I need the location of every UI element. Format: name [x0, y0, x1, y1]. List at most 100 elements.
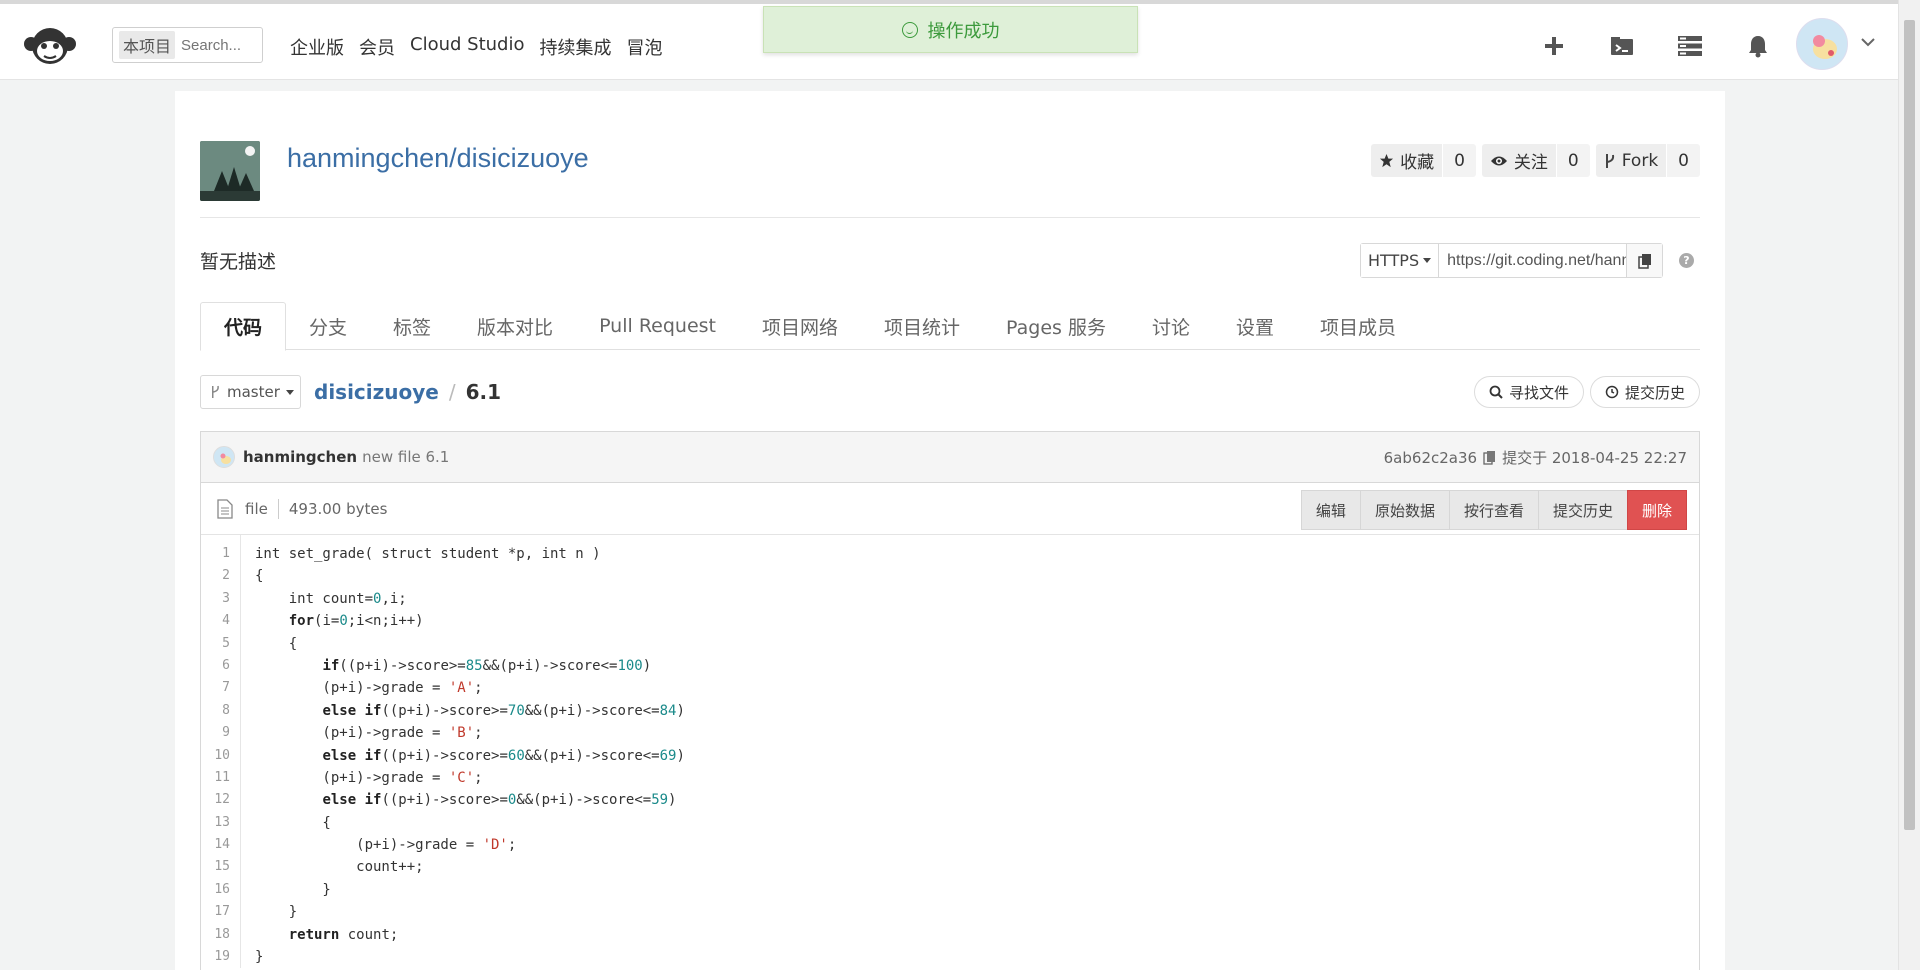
chevron-down-icon[interactable]: [1860, 34, 1876, 50]
code-line: {: [255, 568, 264, 585]
tab-compare[interactable]: 版本对比: [454, 302, 576, 350]
line-number[interactable]: 8: [201, 700, 230, 722]
code-line: int count=0,i;: [255, 590, 407, 607]
watch-label: 关注: [1513, 153, 1548, 173]
line-number[interactable]: 2: [201, 565, 230, 587]
scrollbar-thumb[interactable]: [1904, 20, 1915, 830]
line-numbers: 1 2 3 4 5 6 7 8 9 10 11 12 13 14 15 16 17 18 19: [201, 535, 241, 969]
search-icon: [1489, 385, 1503, 399]
code-line: count++;: [255, 859, 424, 876]
code-line: {: [255, 635, 298, 652]
line-number[interactable]: 13: [201, 812, 230, 834]
code-lines: int set_grade( struct student *p, int n …: [241, 535, 685, 968]
tab-code[interactable]: 代码: [200, 302, 287, 351]
clock-icon: [1605, 385, 1619, 399]
copy-icon[interactable]: [1483, 450, 1496, 465]
star-icon: [1380, 153, 1394, 168]
branch-row: master disicizuoye / 6.1 寻找文件 提交历史: [200, 375, 1700, 411]
nav-bubble[interactable]: 冒泡: [626, 34, 662, 60]
fork-stat[interactable]: Fork 0: [1595, 144, 1700, 177]
top-icons: [1520, 28, 1792, 64]
author-avatar[interactable]: [213, 446, 235, 468]
line-number[interactable]: 19: [201, 946, 230, 968]
commit-hash[interactable]: 6ab62c2a36: [1384, 449, 1477, 467]
line-number[interactable]: 18: [201, 924, 230, 946]
copy-icon[interactable]: [1626, 244, 1663, 277]
repo-description: 暂无描述: [200, 251, 277, 273]
fork-count: 0: [1667, 144, 1700, 177]
clone-protocol-select[interactable]: HTTPS: [1361, 244, 1440, 277]
code-line: }: [255, 881, 331, 898]
watch-count: 0: [1556, 144, 1590, 177]
file-history-button[interactable]: 提交历史: [1537, 490, 1628, 530]
blame-button[interactable]: 按行查看: [1448, 490, 1539, 530]
tab-network[interactable]: 项目网络: [739, 302, 861, 350]
line-number[interactable]: 11: [201, 767, 230, 789]
commit-author[interactable]: hanmingchen: [243, 448, 357, 466]
nav-ci[interactable]: 持续集成: [539, 34, 611, 60]
commit-meta: 6ab62c2a36 提交于 2018-04-25 22:27: [1384, 447, 1687, 468]
code-line: }: [255, 904, 298, 921]
page-scrollbar[interactable]: [1898, 0, 1920, 970]
help-icon[interactable]: ?: [1679, 253, 1694, 268]
commit-message[interactable]: new file 6.1: [362, 448, 449, 466]
branch-select[interactable]: master: [200, 375, 301, 409]
line-number[interactable]: 17: [201, 901, 230, 923]
line-number[interactable]: 12: [201, 789, 230, 811]
line-number[interactable]: 5: [201, 633, 230, 655]
history-button[interactable]: 提交历史: [1589, 376, 1700, 408]
code-line: else if((p+i)->score>=70&&(p+i)->score<=…: [322, 702, 685, 719]
tab-branches[interactable]: 分支: [286, 302, 370, 350]
code-line: (p+i)->grade = 'C';: [255, 769, 483, 786]
clone-url-field[interactable]: https://git.coding.net/hanmingchen/disic…: [1439, 244, 1626, 277]
tab-discussion[interactable]: 讨论: [1129, 302, 1213, 350]
breadcrumb-repo[interactable]: disicizuoye: [314, 380, 439, 404]
line-number[interactable]: 1: [201, 543, 230, 565]
nav-enterprise[interactable]: 企业版: [290, 34, 344, 60]
star-label: 收藏: [1400, 153, 1435, 173]
line-number[interactable]: 15: [201, 856, 230, 878]
tab-pages[interactable]: Pages 服务: [983, 302, 1129, 350]
search-box[interactable]: 本项目: [112, 27, 263, 63]
line-number[interactable]: 10: [201, 745, 230, 767]
tab-settings[interactable]: 设置: [1213, 302, 1297, 350]
nav-cloud-studio[interactable]: Cloud Studio: [410, 34, 524, 60]
star-stat[interactable]: 收藏 0: [1371, 144, 1476, 177]
search-input[interactable]: [181, 36, 262, 54]
tab-stats[interactable]: 项目统计: [861, 302, 983, 350]
tab-pull-request[interactable]: Pull Request: [576, 302, 739, 350]
tab-members[interactable]: 项目成员: [1297, 302, 1419, 350]
commit-time: 提交于 2018-04-25 22:27: [1502, 449, 1687, 467]
user-avatar[interactable]: [1796, 18, 1848, 70]
watch-stat[interactable]: 关注 0: [1481, 144, 1590, 177]
bell-icon[interactable]: [1724, 28, 1792, 64]
header-divider: [200, 217, 1700, 218]
search-scope[interactable]: 本项目: [119, 31, 176, 59]
terminal-icon[interactable]: [1588, 28, 1656, 64]
plus-icon[interactable]: [1520, 28, 1588, 64]
history-label: 提交历史: [1624, 383, 1685, 402]
server-icon[interactable]: [1656, 28, 1724, 64]
coding-logo-icon[interactable]: [22, 24, 78, 66]
smile-icon: [901, 21, 918, 38]
find-file-button[interactable]: 寻找文件: [1473, 376, 1584, 408]
edit-button[interactable]: 编辑: [1300, 490, 1361, 530]
raw-button[interactable]: 原始数据: [1359, 490, 1450, 530]
line-number[interactable]: 14: [201, 834, 230, 856]
repo-avatar[interactable]: [200, 141, 260, 201]
nav-member[interactable]: 会员: [359, 34, 395, 60]
line-number[interactable]: 6: [201, 655, 230, 677]
repo-title[interactable]: hanmingchen/disicizuoye: [287, 143, 589, 174]
code-line: return count;: [288, 926, 399, 943]
file-type: file: [245, 499, 268, 518]
line-number[interactable]: 16: [201, 879, 230, 901]
delete-button[interactable]: 删除: [1626, 490, 1687, 530]
breadcrumb: disicizuoye / 6.1: [314, 380, 501, 404]
line-number[interactable]: 7: [201, 677, 230, 699]
file-size: 493.00 bytes: [288, 499, 388, 518]
file-icon: [217, 498, 233, 519]
line-number[interactable]: 3: [201, 588, 230, 610]
line-number[interactable]: 9: [201, 722, 230, 744]
tab-tags[interactable]: 标签: [370, 302, 454, 350]
line-number[interactable]: 4: [201, 610, 230, 632]
